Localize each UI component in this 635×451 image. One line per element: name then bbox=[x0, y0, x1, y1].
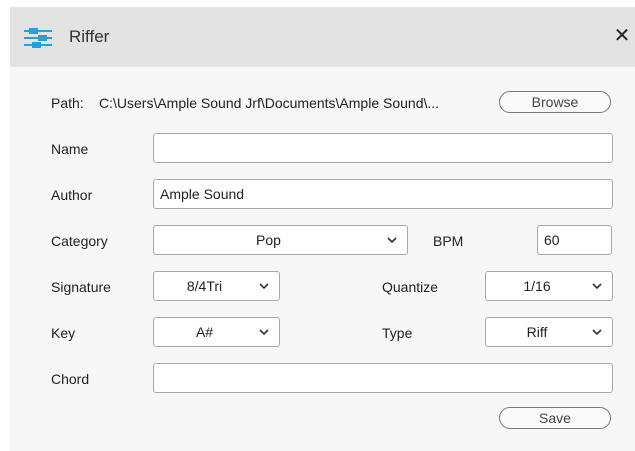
close-button[interactable]: ✕ bbox=[611, 23, 633, 49]
signature-label: Signature bbox=[51, 279, 111, 295]
quantize-value: 1/16 bbox=[523, 278, 551, 294]
title-bar: Riffer ✕ bbox=[10, 7, 635, 67]
name-field[interactable] bbox=[153, 133, 613, 163]
key-label: Key bbox=[51, 325, 76, 341]
browse-button-label: Browse bbox=[531, 94, 579, 110]
signature-select[interactable]: 8/4Tri bbox=[153, 271, 280, 301]
riffer-dialog: Riffer ✕ Path: C:\Users\Ample Sound Jrf\… bbox=[10, 7, 635, 451]
category-value: Pop bbox=[256, 232, 281, 248]
name-label: Name bbox=[51, 141, 89, 157]
quantize-select[interactable]: 1/16 bbox=[485, 271, 613, 301]
close-icon: ✕ bbox=[613, 25, 631, 47]
type-label: Type bbox=[382, 325, 413, 341]
author-label: Author bbox=[51, 187, 93, 203]
key-value: A# bbox=[195, 324, 214, 340]
chevron-down-icon bbox=[387, 237, 397, 244]
type-select[interactable]: Riff bbox=[485, 317, 613, 347]
path-label: Path: bbox=[51, 95, 84, 111]
path-value: C:\Users\Ample Sound Jrf\Documents\Ample… bbox=[99, 95, 440, 111]
chevron-down-icon bbox=[259, 329, 269, 336]
key-select[interactable]: A# bbox=[153, 317, 280, 347]
signature-value: 8/4Tri bbox=[186, 278, 223, 294]
save-button[interactable]: Save bbox=[499, 407, 611, 429]
chord-field[interactable] bbox=[153, 363, 613, 393]
window-title: Riffer bbox=[69, 27, 110, 46]
author-field[interactable]: Ample Sound bbox=[153, 179, 613, 209]
type-value: Riff bbox=[526, 324, 548, 340]
sliders-icon bbox=[24, 28, 52, 48]
quantize-label: Quantize bbox=[382, 279, 439, 295]
category-select[interactable]: Pop bbox=[153, 225, 408, 255]
browse-button[interactable]: Browse bbox=[499, 91, 611, 113]
chevron-down-icon bbox=[259, 283, 269, 290]
chevron-down-icon bbox=[592, 329, 602, 336]
chevron-down-icon bbox=[592, 283, 602, 290]
category-label: Category bbox=[51, 233, 108, 249]
save-button-label: Save bbox=[539, 410, 571, 426]
bpm-field[interactable]: 60 bbox=[537, 225, 612, 255]
chord-label: Chord bbox=[51, 371, 90, 387]
bpm-label: BPM bbox=[433, 233, 464, 249]
